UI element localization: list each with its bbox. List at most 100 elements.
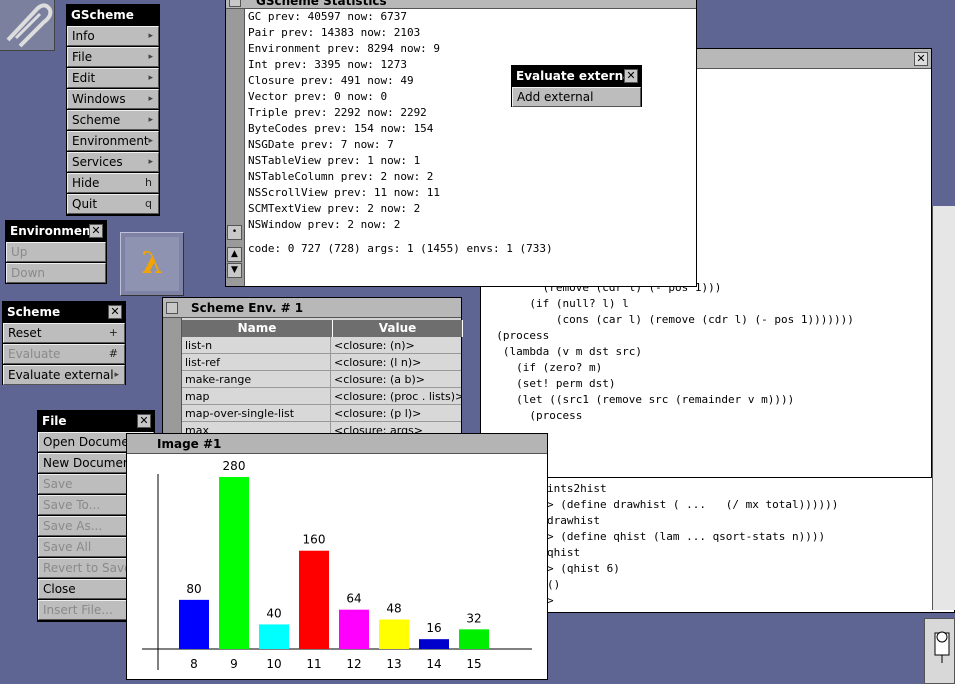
console-line: > (define drawhist ( ... (/ mx total))))…: [547, 498, 839, 511]
environment-menu-title: Environment ✕: [6, 221, 106, 241]
statistics-text: GC prev: 40597 now: 6737 Pair prev: 14383…: [248, 9, 553, 257]
table-row[interactable]: list-n <closure: (n)>: [182, 337, 461, 354]
console-line: drawhist: [547, 514, 600, 527]
statistics-line: Int prev: 3395 now: 1273: [248, 58, 407, 71]
bar-value-label: 32: [466, 611, 481, 625]
table-row[interactable]: list-ref <closure: (l n)>: [182, 353, 461, 371]
statistics-line: Triple prev: 2292 now: 2292: [248, 106, 427, 119]
env-name-cell: list-ref: [182, 353, 331, 371]
x-tick-label: 15: [466, 657, 481, 671]
bar: [179, 599, 209, 649]
close-icon[interactable]: ✕: [108, 305, 122, 319]
gscheme-menu-item-windows[interactable]: Windows ▸: [67, 89, 159, 109]
table-row[interactable]: map <closure: (proc . lists)>: [182, 387, 461, 405]
menu-item-label: Windows: [72, 92, 126, 106]
statistics-scrollbar[interactable]: • ▲ ▼: [226, 9, 245, 286]
environment-menu: Environment ✕ Up Down: [5, 220, 107, 284]
evaluate-external-menu-title: Evaluate external ✕: [512, 66, 641, 86]
table-row[interactable]: make-range <closure: (a b)>: [182, 370, 461, 388]
gscheme-menu-item-services[interactable]: Services ▸: [67, 152, 159, 172]
scheme-env-window: Scheme Env. # 1 Name Value list-n <closur…: [162, 297, 463, 439]
menu-item-label: Reset: [8, 326, 42, 340]
x-tick-label: 9: [230, 657, 238, 671]
console-line: ints2hist: [547, 482, 607, 495]
scheme-menu-item-reset[interactable]: Reset +: [3, 323, 125, 343]
code-line: (set! perm dst): [483, 377, 616, 390]
x-tick-label: 13: [386, 657, 401, 671]
submenu-arrow-icon: ▸: [148, 136, 153, 146]
code-line: (process: [483, 409, 583, 422]
menu-item-label: New Document: [43, 456, 136, 470]
submenu-arrow-icon: ▸: [148, 31, 153, 41]
scroll-handle[interactable]: •: [227, 225, 242, 240]
bar-value-label: 64: [346, 592, 361, 606]
x-tick-label: 10: [266, 657, 281, 671]
menu-item-label: Evaluate external: [8, 368, 114, 382]
submenu-arrow-icon: ▸: [148, 73, 153, 83]
minimize-icon[interactable]: [166, 302, 178, 314]
code-line: (if (null? l) l: [483, 297, 629, 310]
environment-menu-item-up[interactable]: Up: [6, 242, 106, 262]
environment-menu-item-down[interactable]: Down: [6, 263, 106, 283]
env-value-cell: <closure: (l n)>: [330, 353, 461, 371]
menu-item-label: Insert File...: [43, 603, 113, 617]
statistics-line: NSTableColumn prev: 2 now: 2: [248, 170, 434, 183]
bar-value-label: 48: [386, 602, 401, 616]
scheme-menu-item-evaluate-external[interactable]: Evaluate external ▸: [3, 365, 125, 385]
trash-icon[interactable]: [924, 618, 955, 684]
code-line: (let ((src1 (remove src (remainder v m))…: [483, 393, 795, 406]
minimize-icon[interactable]: [229, 0, 241, 7]
lambda-app-icon[interactable]: λ: [120, 232, 184, 296]
bar-value-label: 280: [223, 459, 246, 473]
evaluate-external-menu-item-add-external[interactable]: Add external: [512, 87, 641, 107]
code-line: (if (zero? m): [483, 361, 603, 374]
bar: [379, 619, 409, 649]
env-scrollbar[interactable]: [163, 318, 182, 436]
statistics-line: Closure prev: 491 now: 49: [248, 74, 414, 87]
gscheme-menu-item-info[interactable]: Info ▸: [67, 26, 159, 46]
file-menu-title: File ✕: [38, 411, 154, 431]
menu-item-label: Environment: [72, 134, 149, 148]
env-value-cell: <closure: (a b)>: [330, 370, 461, 388]
column-header-value[interactable]: Value: [333, 320, 463, 337]
bar: [459, 629, 489, 649]
x-tick-label: 12: [346, 657, 361, 671]
lambda-icon: λ: [125, 237, 179, 291]
scheme-menu-item-evaluate[interactable]: Evaluate #: [3, 344, 125, 364]
menu-item-label: Edit: [72, 71, 96, 85]
close-icon[interactable]: ✕: [89, 224, 103, 238]
x-tick-label: 8: [190, 657, 198, 671]
statistics-line: NSTableView prev: 1 now: 1: [248, 154, 421, 167]
menu-item-label: Save To...: [43, 498, 101, 512]
bar-value-label: 80: [186, 582, 201, 596]
statistics-line: ByteCodes prev: 154 now: 154: [248, 122, 434, 135]
env-value-cell: <closure: (p l)>: [330, 404, 461, 422]
column-header-name[interactable]: Name: [182, 320, 333, 337]
menu-item-label: File: [72, 50, 93, 64]
menu-item-label: Save All: [43, 540, 92, 554]
gscheme-menu-item-edit[interactable]: Edit ▸: [67, 68, 159, 88]
console-text-area[interactable]: ints2hist > (define drawhist ( ... (/ mx …: [541, 478, 954, 612]
statistics-line: Pair prev: 14383 now: 2103: [248, 26, 421, 39]
close-icon[interactable]: ✕: [137, 414, 151, 428]
menu-item-label: Down: [11, 266, 46, 280]
gscheme-menu-item-environment[interactable]: Environment ▸: [67, 131, 159, 151]
scroll-up-icon[interactable]: ▲: [227, 247, 242, 262]
menu-item-label: Up: [11, 245, 28, 259]
bar: [339, 609, 369, 649]
scroll-down-icon[interactable]: ▼: [227, 263, 242, 278]
gscheme-menu-item-quit[interactable]: Quit q: [67, 194, 159, 214]
statistics-summary: code: 0 727 (728) args: 1 (1455) envs: 1…: [248, 242, 553, 255]
gscheme-menu-item-scheme[interactable]: Scheme ▸: [67, 110, 159, 130]
gscheme-menu-item-file[interactable]: File ▸: [67, 47, 159, 67]
code-line: (lambda (v m dst src): [483, 345, 642, 358]
submenu-arrow-icon: ▸: [148, 52, 153, 62]
x-tick-label: 14: [426, 657, 441, 671]
menu-item-label: Save: [43, 477, 73, 491]
table-row[interactable]: map-over-single-list <closure: (p l)>: [182, 404, 461, 422]
menu-item-label: Save As...: [43, 519, 103, 533]
close-icon[interactable]: ✕: [624, 69, 638, 83]
paperclip-icon[interactable]: [0, 0, 55, 51]
gscheme-menu-item-hide[interactable]: Hide h: [67, 173, 159, 193]
shortcut-key: +: [108, 326, 118, 339]
